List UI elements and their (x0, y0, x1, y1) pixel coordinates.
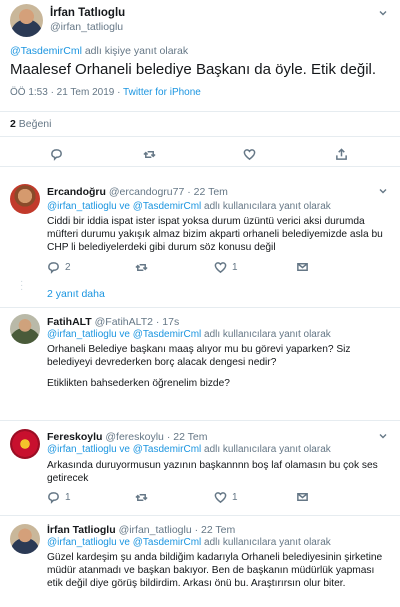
likes-bar[interactable]: 2 Beğeni (0, 111, 400, 137)
retweet-button[interactable] (143, 147, 156, 161)
reply-header: Ercandoğru @ercandogru77 · 22 Tem (47, 186, 228, 198)
reply-button[interactable]: 2 (47, 260, 71, 274)
reply-date[interactable]: · 22 Tem (187, 186, 228, 198)
like-button[interactable]: 1 (214, 260, 238, 274)
show-more-replies[interactable]: 2 yanıt daha (47, 288, 105, 300)
author-name[interactable]: Ercandoğru (47, 186, 106, 198)
avatar[interactable] (10, 429, 40, 459)
reply-mentions[interactable]: @irfan_tatlioglu ve @TasdemirCml (47, 537, 201, 548)
share-icon (297, 492, 308, 501)
retweet-icon (135, 493, 148, 501)
share-button[interactable] (296, 490, 309, 504)
reply-mention[interactable]: @TasdemirCml (10, 45, 82, 57)
chevron-down-icon[interactable] (378, 186, 388, 199)
reply-context: @irfan_tatlioglu ve @TasdemirCml adlı ku… (47, 537, 331, 548)
author-handle[interactable]: @FatihALT2 (95, 316, 153, 328)
author-name[interactable]: FatihALT (47, 316, 92, 328)
share-icon (297, 262, 308, 271)
reply-suffix: adlı kullanıcılara yanıt olarak (204, 201, 331, 212)
reply-text: Ciddi bir iddia ispat ister ispat yoksa … (47, 215, 392, 263)
reply-header: FatihALT @FatihALT2 · 17s (47, 316, 179, 328)
like-icon (214, 261, 227, 273)
share-button[interactable] (296, 260, 309, 274)
reply-context: @irfan_tatlioglu ve @TasdemirCml adlı ku… (47, 444, 331, 455)
reply-paragraph: Arkasında duruyormusun yazının başkannnn… (47, 460, 378, 485)
reply-icon (48, 261, 59, 274)
avatar[interactable] (10, 314, 40, 344)
reply-text: Orhaneli Belediye başkanı maaş alıyor mu… (47, 343, 392, 399)
likes-label: Beğeni (18, 118, 52, 130)
reply-context: @irfan_tatlioglu ve @TasdemirCml adlı ku… (47, 201, 331, 212)
tweet-meta: ÖÖ 1:53 · 21 Tem 2019 · Twitter for iPho… (10, 87, 201, 98)
like-button[interactable]: 1 (214, 490, 238, 504)
reply-count: 1 (65, 491, 71, 503)
reply-count: 2 (65, 261, 71, 273)
tweet-actions (0, 147, 400, 163)
avatar[interactable] (10, 184, 40, 214)
retweet-icon (135, 263, 148, 271)
reply-text: Arkasında duruyormusun yazının başkannnn… (47, 459, 392, 493)
author-handle[interactable]: @fereskoylu (105, 431, 164, 443)
chevron-down-icon[interactable] (378, 431, 388, 444)
retweet-button[interactable] (135, 490, 148, 504)
reply-icon (48, 491, 59, 504)
reply-suffix: adlı kullanıcılara yanıt olarak (204, 537, 331, 548)
reply-paragraph: Güzel kardeşim şu anda bildiğim kadarıyl… (47, 552, 383, 590)
reply-paragraph: Orhaneli Belediye başkanı maaş alıyor mu… (47, 344, 351, 369)
reply-button[interactable]: 1 (47, 490, 71, 504)
reply-tweet[interactable]: İrfan Tatlioglu @irfan_tatlioglu · 22 Te… (0, 516, 400, 607)
reply-paragraph: Ciddi bir iddia ispat ister ispat yoksa … (47, 216, 383, 254)
thread-dots: · · · (20, 276, 24, 295)
author-handle[interactable]: @irfan_tatlioglu (119, 524, 192, 536)
reply-context: @TasdemirCml adlı kişiye yanıt olarak (10, 45, 188, 57)
tweet-source[interactable]: Twitter for iPhone (123, 87, 201, 98)
author-name[interactable]: Fereskoylu (47, 431, 102, 443)
reply-date[interactable]: · 22 Tem (195, 524, 236, 536)
author-handle[interactable]: @ercandogru77 (109, 186, 184, 198)
reply-suffix: adlı kullanıcılara yanıt olarak (204, 329, 331, 340)
like-count: 1 (232, 491, 238, 503)
reply-text: Güzel kardeşim şu anda bildiğim kadarıyl… (47, 551, 392, 599)
author-name[interactable]: İrfan Tatlioglu (47, 524, 116, 536)
reply-tweet[interactable]: FatihALT @FatihALT2 · 17s @irfan_tatliog… (0, 308, 400, 421)
like-icon (243, 148, 256, 160)
share-button[interactable] (335, 147, 348, 161)
reply-icon (51, 148, 62, 161)
tweet-time[interactable]: ÖÖ 1:53 · 21 Tem 2019 · (10, 87, 120, 98)
reply-tweet[interactable]: Ercandoğru @ercandogru77 · 22 Tem @irfan… (0, 178, 400, 308)
reply-suffix: adlı kişiye yanıt olarak (84, 45, 189, 57)
reply-header: Fereskoylu @fereskoylu · 22 Tem (47, 431, 207, 443)
reply-date[interactable]: · 17s (156, 316, 179, 328)
avatar[interactable] (10, 524, 40, 554)
reply-context: @irfan_tatlioglu ve @TasdemirCml adlı ku… (47, 329, 331, 340)
share-icon (336, 147, 347, 160)
author-name[interactable]: İrfan Tatlıoglu (50, 7, 125, 19)
like-count: 1 (232, 261, 238, 273)
like-icon (214, 491, 227, 503)
reply-mentions[interactable]: @irfan_tatlioglu ve @TasdemirCml (47, 444, 201, 455)
reply-tweet[interactable]: Fereskoylu @fereskoylu · 22 Tem @irfan_t… (0, 421, 400, 516)
reply-header: İrfan Tatlioglu @irfan_tatlioglu · 22 Te… (47, 524, 235, 536)
reply-mentions[interactable]: @irfan_tatlioglu ve @TasdemirCml (47, 329, 201, 340)
reply-paragraph: Etiklikten bahsederken öğrenelim bizde? (47, 378, 230, 390)
retweet-button[interactable] (135, 260, 148, 274)
retweet-icon (143, 150, 156, 158)
chevron-down-icon[interactable] (378, 8, 388, 18)
likes-count: 2 (10, 118, 16, 130)
reply-date[interactable]: · 22 Tem (167, 431, 208, 443)
main-tweet: İrfan Tatlıoglu @irfan_tatlioglu @Tasdem… (0, 0, 400, 167)
avatar[interactable] (10, 4, 43, 37)
reply-mentions[interactable]: @irfan_tatlioglu ve @TasdemirCml (47, 201, 201, 212)
reply-button[interactable] (50, 147, 63, 161)
tweet-text: Maalesef Orhaneli belediye Başkanı da öy… (10, 61, 377, 78)
reply-suffix: adlı kullanıcılara yanıt olarak (204, 444, 331, 455)
author-handle[interactable]: @irfan_tatlioglu (50, 21, 123, 33)
like-button[interactable] (243, 147, 256, 161)
